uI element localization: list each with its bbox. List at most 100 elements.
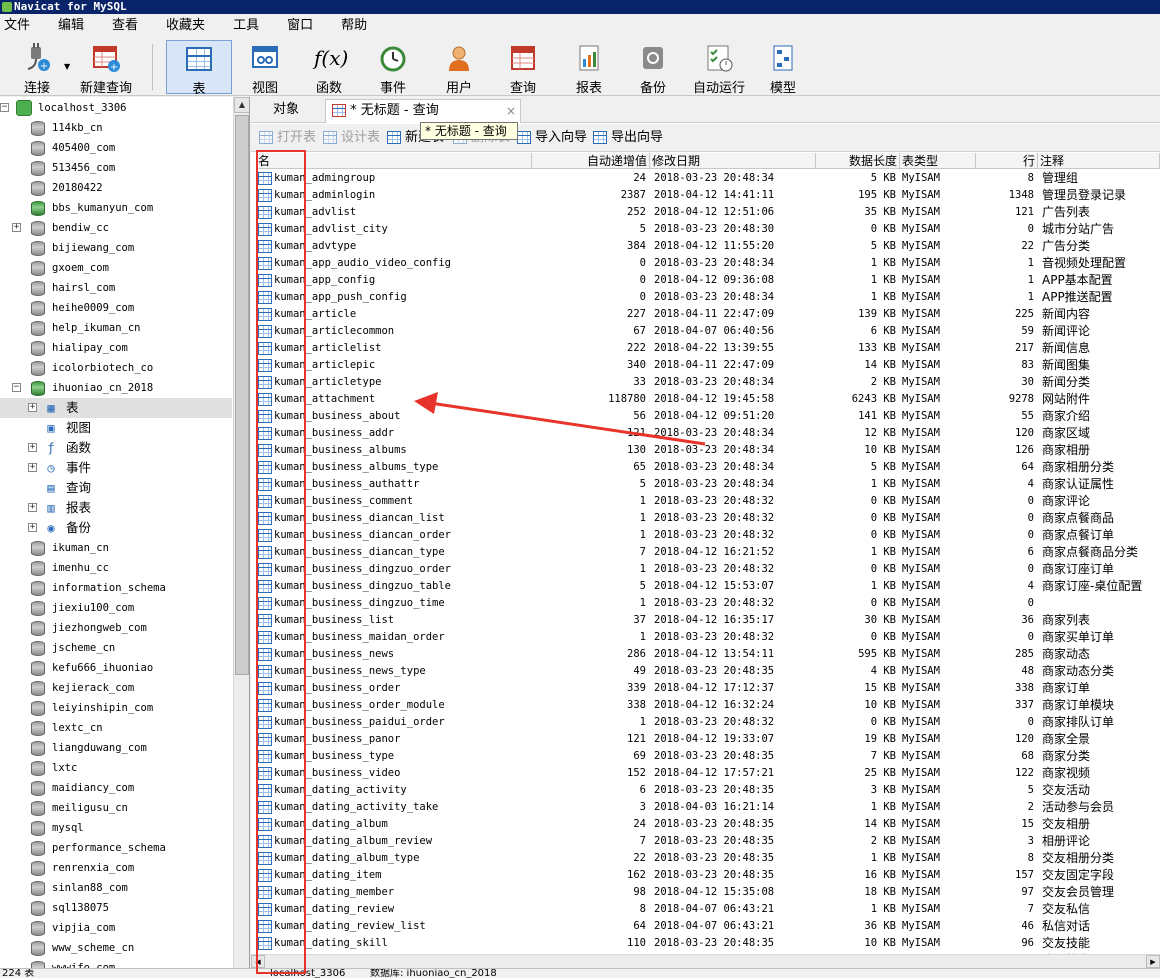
tree-database[interactable]: 20180422 [0, 178, 232, 198]
tree-database[interactable]: kefu666_ihuoniao [0, 658, 232, 678]
table-row[interactable]: kuman_dating_item 162 2018-03-23 20:48:35 1… [256, 867, 1160, 884]
tree-database[interactable]: performance_schema [0, 838, 232, 858]
tree-database[interactable]: icolorbiotech_co [0, 358, 232, 378]
tree-database[interactable]: jscheme_cn [0, 638, 232, 658]
table-row[interactable]: kuman_business_news 286 2018-04-12 13:54:1… [256, 646, 1160, 663]
table-row[interactable]: kuman_business_authattr 5 2018-03-23 20:48… [256, 476, 1160, 493]
table-row[interactable]: kuman_admingroup 24 2018-03-23 20:48:34 5 K… [256, 170, 1160, 187]
menu-tools[interactable]: 工具 [223, 14, 269, 38]
tree-database[interactable]: 114kb_cn [0, 118, 232, 138]
model-button[interactable]: 模型 [758, 40, 808, 96]
expand-icon[interactable]: + [28, 463, 37, 472]
tree-object-node[interactable]: ▣ 视图 [0, 418, 232, 438]
tree-database[interactable]: ikuman_cn [0, 538, 232, 558]
table-row[interactable]: kuman_business_paidui_order 1 2018-03-23 2… [256, 714, 1160, 731]
tree-database[interactable]: www_scheme_cn [0, 938, 232, 958]
sidebar-scrollbar[interactable]: ▲ [233, 97, 249, 968]
tree-database[interactable]: sql138075 [0, 898, 232, 918]
collapse-icon[interactable]: − [12, 383, 21, 392]
table-row[interactable]: kuman_business_type 69 2018-03-23 20:48:35… [256, 748, 1160, 765]
table-row[interactable]: kuman_dating_review 8 2018-04-07 06:43:21 1… [256, 901, 1160, 918]
table-row[interactable]: kuman_dating_activity_take 3 2018-04-03 16… [256, 799, 1160, 816]
tree-object-node[interactable]: + ◷ 事件 [0, 458, 232, 478]
expand-icon[interactable]: + [12, 223, 21, 232]
tree-database[interactable]: − ihuoniao_cn_2018 [0, 378, 232, 398]
table-row[interactable]: kuman_business_maidan_order 1 2018-03-23 2… [256, 629, 1160, 646]
menu-favorites[interactable]: 收藏夹 [156, 14, 215, 38]
tree-database[interactable]: liangduwang_com [0, 738, 232, 758]
tree-database[interactable]: help_ikuman_cn [0, 318, 232, 338]
table-row[interactable]: kuman_article 227 2018-04-11 22:47:09 139 K… [256, 306, 1160, 323]
table-row[interactable]: kuman_business_dingzuo_table 5 2018-04-12 … [256, 578, 1160, 595]
menu-file[interactable]: 文件 [0, 14, 40, 38]
table-row[interactable]: kuman_business_diancan_list 1 2018-03-23 2… [256, 510, 1160, 527]
tree-database[interactable]: + bendiw_cc [0, 218, 232, 238]
tree-database[interactable]: renrenxia_com [0, 858, 232, 878]
table-row[interactable]: kuman_attachment 118780 2018-04-12 19:45:5… [256, 391, 1160, 408]
tree-database[interactable]: jiexiu100_com [0, 598, 232, 618]
table-row[interactable]: kuman_articletype 33 2018-03-23 20:48:34 2 … [256, 374, 1160, 391]
table-row[interactable]: kuman_business_albums 130 2018-03-23 20:48… [256, 442, 1160, 459]
table-row[interactable]: kuman_dating_member 98 2018-04-12 15:35:08… [256, 884, 1160, 901]
tree-database[interactable]: lextc_cn [0, 718, 232, 738]
table-row[interactable]: kuman_business_order 339 2018-04-12 17:12:… [256, 680, 1160, 697]
column-header-rows[interactable]: 行 [976, 153, 1038, 169]
view-button[interactable]: 视图 [240, 40, 290, 96]
table-row[interactable]: kuman_business_diancan_order 1 2018-03-23 … [256, 527, 1160, 544]
tree-database[interactable]: vipjia_com [0, 918, 232, 938]
table-row[interactable]: kuman_business_addr 121 2018-03-23 20:48:3… [256, 425, 1160, 442]
scroll-right-arrow-icon[interactable]: ▶ [1146, 955, 1160, 968]
open-table-button[interactable]: 打开表 [257, 129, 316, 147]
horizontal-scrollbar[interactable]: ◀ ▶ [251, 954, 1160, 968]
table-row[interactable]: kuman_advlist 252 2018-04-12 12:51:06 35 KB… [256, 204, 1160, 221]
scroll-left-arrow-icon[interactable]: ◀ [251, 955, 265, 968]
auto-run-button[interactable]: 自动运行 [690, 40, 748, 96]
table-row[interactable]: kuman_dating_album_review 7 2018-03-23 20:… [256, 833, 1160, 850]
table-row[interactable]: kuman_business_comment 1 2018-03-23 20:48:… [256, 493, 1160, 510]
menu-edit[interactable]: 编辑 [48, 14, 94, 38]
tree-database[interactable]: meiligusu_cn [0, 798, 232, 818]
tree-database[interactable]: hairsl_com [0, 278, 232, 298]
scrollbar-thumb[interactable] [235, 115, 249, 675]
menu-view[interactable]: 查看 [102, 14, 148, 38]
tree-database[interactable]: bijiewang_com [0, 238, 232, 258]
tab-untitled-query[interactable]: * 无标题 - 查询 × [325, 99, 521, 123]
table-row[interactable]: kuman_app_audio_video_config 0 2018-03-23 … [256, 255, 1160, 272]
tree-connection[interactable]: − localhost_3306 [0, 98, 232, 118]
table-row[interactable]: kuman_business_diancan_type 7 2018-04-12 1… [256, 544, 1160, 561]
query-button[interactable]: 查询 [498, 40, 548, 96]
tree-database[interactable]: mysql [0, 818, 232, 838]
import-wizard-button[interactable]: 导入向导 [515, 129, 587, 147]
event-button[interactable]: 事件 [368, 40, 418, 96]
new-query-button[interactable]: + 新建查询 [76, 40, 136, 96]
tree-database[interactable]: imenhu_cc [0, 558, 232, 578]
table-row[interactable]: kuman_app_config 0 2018-04-12 09:36:08 1 KB… [256, 272, 1160, 289]
tree-database[interactable]: 513456_com [0, 158, 232, 178]
tree-database[interactable]: maidiancy_com [0, 778, 232, 798]
table-row[interactable]: kuman_business_albums_type 65 2018-03-23 2… [256, 459, 1160, 476]
tree-database[interactable]: gxoem_com [0, 258, 232, 278]
table-row[interactable]: kuman_adminlogin 2387 2018-04-12 14:41:11 1… [256, 187, 1160, 204]
tree-database[interactable]: bbs_kumanyun_com [0, 198, 232, 218]
collapse-icon[interactable]: − [0, 103, 9, 112]
report-button[interactable]: 报表 [564, 40, 614, 96]
menu-help[interactable]: 帮助 [331, 14, 377, 38]
connect-dropdown-arrow-icon[interactable]: ▼ [64, 62, 70, 71]
table-row[interactable]: kuman_dating_skill 110 2018-03-23 20:48:35… [256, 935, 1160, 952]
tree-object-node[interactable]: + ▥ 报表 [0, 498, 232, 518]
column-header-modified-date[interactable]: 修改日期 [650, 153, 816, 169]
tree-object-node[interactable]: + ƒ 函数 [0, 438, 232, 458]
scroll-up-arrow-icon[interactable]: ▲ [234, 97, 249, 113]
table-row[interactable]: kuman_dating_album_type 22 2018-03-23 20:4… [256, 850, 1160, 867]
tree-database[interactable]: hialipay_com [0, 338, 232, 358]
table-row[interactable]: kuman_business_dingzuo_time 1 2018-03-23 2… [256, 595, 1160, 612]
tree-database[interactable]: 405400_com [0, 138, 232, 158]
table-row[interactable]: kuman_articlecommon 67 2018-04-07 06:40:56… [256, 323, 1160, 340]
column-header-name[interactable]: 名 [256, 153, 532, 169]
table-row[interactable]: kuman_dating_activity 6 2018-03-23 20:48:3… [256, 782, 1160, 799]
tree-database[interactable]: heihe0009_com [0, 298, 232, 318]
table-row[interactable]: kuman_dating_review_list 64 2018-04-07 06:… [256, 918, 1160, 935]
expand-icon[interactable]: + [28, 443, 37, 452]
tree-database[interactable]: kejierack_com [0, 678, 232, 698]
tree-object-node[interactable]: ▤ 查询 [0, 478, 232, 498]
